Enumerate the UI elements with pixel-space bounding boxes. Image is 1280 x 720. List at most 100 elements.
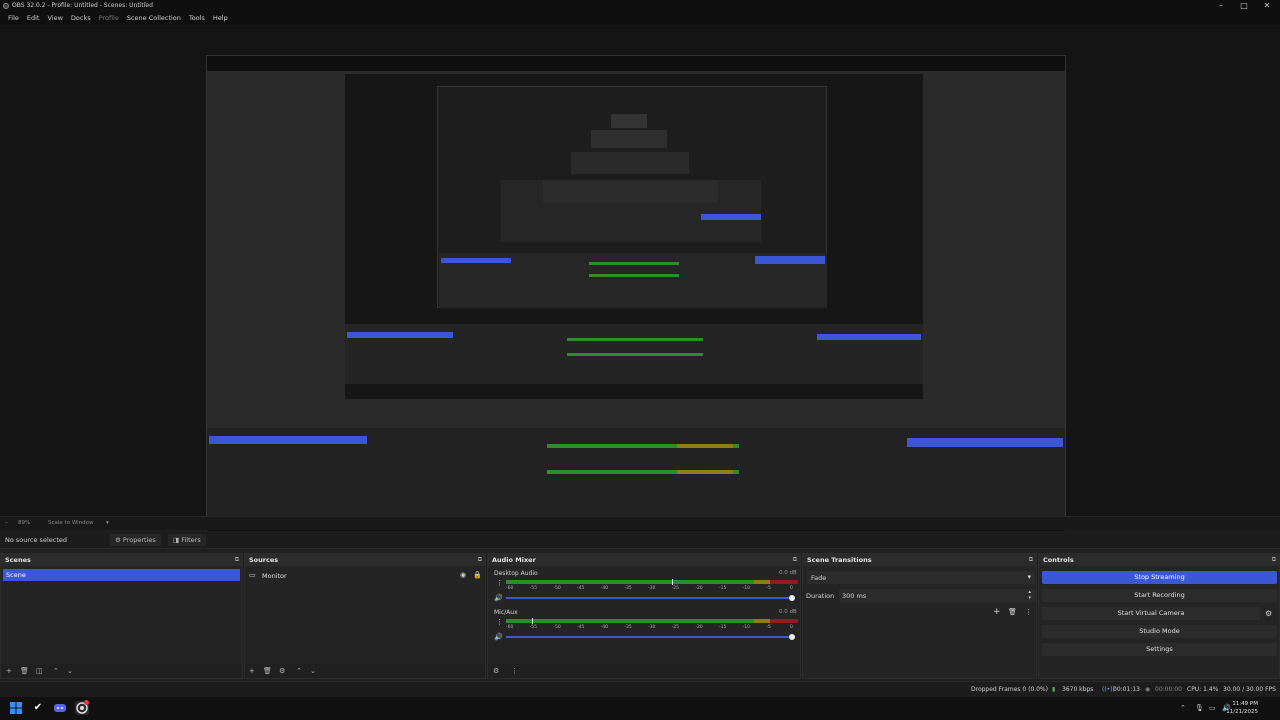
bitrate: 3670 kbps (1062, 686, 1094, 693)
float-dock-icon[interactable]: ⧉ (1272, 556, 1276, 564)
network-icon[interactable]: ▭ (1209, 704, 1216, 712)
dropped-frames: Dropped Frames 0 (0.0%) (971, 686, 1049, 693)
check-app-icon[interactable]: ✔ (31, 701, 45, 715)
float-dock-icon[interactable]: ⧉ (1029, 556, 1033, 564)
meter-tick-label: -45 (577, 586, 585, 591)
mic-icon[interactable]: 🎙 (1195, 704, 1204, 712)
virtual-camera-settings-gear-icon[interactable]: ⚙ (1265, 609, 1272, 618)
meter-tick-label: -45 (577, 625, 585, 630)
discord-icon[interactable] (53, 701, 67, 715)
tray-chevron-up-icon[interactable]: ⌃ (1180, 704, 1186, 712)
transition-select[interactable]: Fade ▾ (807, 571, 1035, 584)
mixer-menu-icon[interactable]: ⋮ (511, 667, 518, 675)
zoom-level[interactable]: 89% (18, 520, 30, 526)
minimize-icon[interactable]: – (1214, 1, 1228, 11)
window-title: OBS 32.0.2 - Profile: Untitled - Scenes:… (12, 2, 153, 9)
speaker-icon[interactable]: 🔊 (494, 594, 503, 602)
scale-mode[interactable]: Scale to Window (48, 520, 94, 526)
menu-view[interactable]: View (43, 12, 66, 25)
source-item[interactable]: ▭ Monitor ◉ 🔒 (249, 570, 482, 582)
add-transition-icon[interactable]: + (993, 607, 1001, 617)
obs-taskbar-icon[interactable] (75, 700, 89, 715)
sources-title: Sources (249, 556, 279, 564)
advanced-audio-icon[interactable]: ⚙ (493, 667, 499, 675)
move-down-icon[interactable]: ⌄ (310, 667, 316, 675)
preview-canvas[interactable] (0, 25, 1280, 539)
maximize-icon[interactable]: □ (1237, 1, 1251, 11)
meter-tick-label: -25 (671, 586, 680, 591)
volume-meter (506, 618, 798, 624)
scene-item[interactable]: Scene (3, 569, 240, 581)
clock-date: 11/21/2025 (1226, 709, 1258, 715)
close-icon[interactable]: ✕ (1260, 1, 1274, 11)
meter-tick-label: -20 (695, 625, 703, 630)
start-virtual-camera-button[interactable]: Start Virtual Camera (1042, 607, 1260, 620)
audio-mixer-dock: Audio Mixer ⧉ Desktop Audio 0.0 dB ⋮ -60 -… (487, 553, 801, 679)
meter-ticks: -60 -55 -50 -45 -40 -35 -30 -25 -20 -15 -10 -5 0 (506, 586, 798, 592)
float-dock-icon[interactable]: ⧉ (235, 556, 239, 564)
meter-tick-label: 0 (790, 625, 793, 630)
volume-slider[interactable] (506, 636, 792, 638)
scene-filters-icon[interactable]: ◫ (36, 667, 43, 675)
volume-slider[interactable] (506, 597, 792, 599)
meter-tick-label: -40 (600, 625, 609, 630)
float-dock-icon[interactable]: ⧉ (793, 556, 797, 564)
properties-button[interactable]: ⚙ Properties (110, 534, 161, 546)
start-recording-button[interactable]: Start Recording (1042, 589, 1277, 602)
volume-meter (506, 579, 798, 585)
volume-slider-handle[interactable] (789, 595, 795, 601)
meter-tick-label: -15 (719, 625, 727, 630)
meter-tick-label: -60 (506, 586, 514, 591)
meter-tick-label: -50 (553, 625, 561, 630)
meter-tick-label: -5 (766, 586, 771, 591)
move-up-icon[interactable]: ⌃ (53, 667, 59, 675)
menu-docks[interactable]: Docks (67, 12, 95, 25)
filters-button[interactable]: ◨ Filters (168, 534, 206, 546)
meter-tick-label: -40 (600, 586, 609, 591)
taskbar-clock[interactable]: 11:49 PM 11/21/2025 (1226, 700, 1258, 716)
audio-mixer-title: Audio Mixer (492, 556, 536, 564)
os-taskbar: ✔ ⌃ 🎙 ▭ 🔊 11:49 PM 11/21/2025 (0, 697, 1280, 720)
remove-transition-icon[interactable]: 🗑 (1008, 608, 1017, 616)
meter-tick-label: 0 (790, 586, 793, 591)
float-dock-icon[interactable]: ⧉ (478, 556, 482, 564)
transition-menu-icon[interactable]: ⋮ (1025, 608, 1032, 616)
clock-time: 11:49 PM (1232, 701, 1258, 707)
stepper-icon: ▴ ▾ (1028, 589, 1031, 601)
duration-spinbox[interactable]: 300 ms ▴ ▾ (839, 589, 1035, 602)
settings-button[interactable]: Settings (1042, 643, 1277, 656)
meter-tick-label: -35 (624, 586, 632, 591)
menu-help[interactable]: Help (209, 12, 232, 25)
gear-icon: ⚙ (115, 536, 123, 544)
channel-menu-icon[interactable]: ⋮ (496, 579, 503, 587)
eye-icon[interactable]: ◉ (460, 571, 466, 579)
remove-source-icon[interactable]: 🗑 (263, 667, 272, 675)
meter-tick-label: -10 (742, 586, 751, 591)
chevron-down-icon[interactable]: ▾ (106, 520, 109, 526)
speaker-icon[interactable]: 🔊 (494, 633, 503, 641)
menu-tools[interactable]: Tools (185, 12, 209, 25)
stop-streaming-button[interactable]: Stop Streaming (1042, 571, 1277, 584)
stream-time: 00:01:13 (1113, 686, 1140, 693)
move-down-icon[interactable]: ⌄ (67, 667, 73, 675)
add-source-icon[interactable]: + (249, 667, 255, 675)
windows-start-icon[interactable] (9, 701, 23, 715)
menu-edit[interactable]: Edit (23, 12, 44, 25)
menu-scene-collection[interactable]: Scene Collection (123, 12, 185, 25)
meter-tick-label: -60 (506, 625, 514, 630)
move-up-icon[interactable]: ⌃ (296, 667, 302, 675)
channel-name: Desktop Audio (494, 570, 538, 577)
remove-scene-icon[interactable]: 🗑 (20, 667, 29, 675)
studio-mode-button[interactable]: Studio Mode (1042, 625, 1277, 638)
source-properties-icon[interactable]: ⚙ (279, 667, 285, 675)
channel-menu-icon[interactable]: ⋮ (496, 618, 503, 626)
channel-db: 0.0 dB (779, 609, 797, 615)
peak-marker (532, 618, 534, 624)
menu-file[interactable]: File (4, 12, 23, 25)
zoom-out-icon[interactable]: – (5, 520, 8, 526)
add-scene-icon[interactable]: + (6, 667, 12, 675)
context-bar: No source selected ⚙ Properties ◨ Filter… (0, 531, 1280, 549)
menu-profile[interactable]: Profile (95, 12, 123, 25)
lock-icon[interactable]: 🔒 (473, 571, 482, 579)
volume-slider-handle[interactable] (789, 634, 795, 640)
